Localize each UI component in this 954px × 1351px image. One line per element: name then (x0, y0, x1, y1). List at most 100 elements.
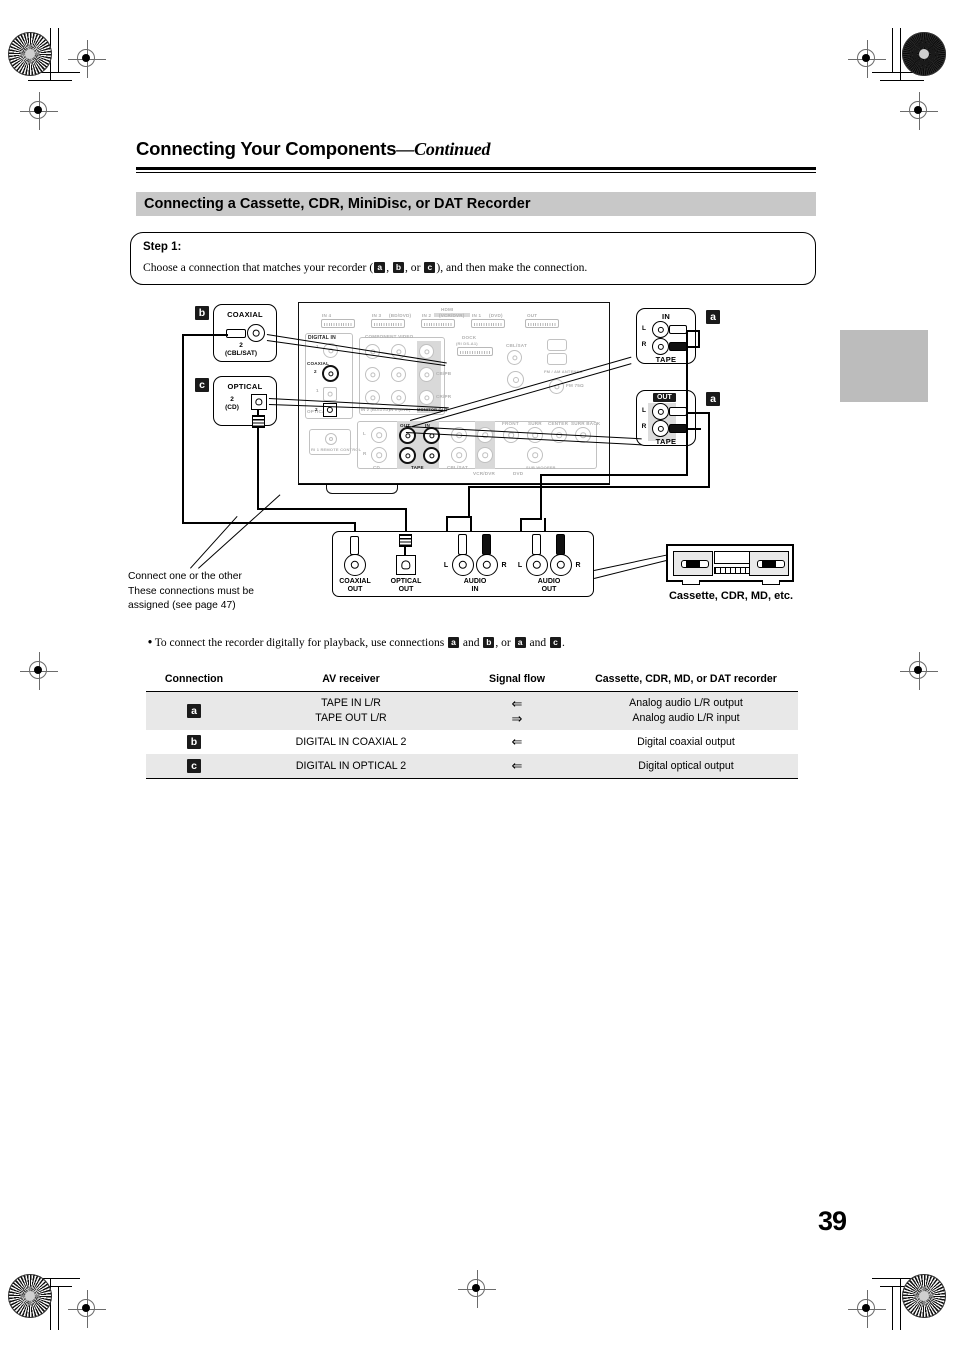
recorder-audio-out-r-jack (550, 554, 572, 576)
recorder-audio-out-l-plug (532, 534, 541, 555)
step-text-lead: Choose a connection that matches your re… (143, 261, 374, 274)
recorder-label-optical-out-1: OPTICAL (390, 578, 422, 585)
bullet-text-mid3: and (526, 637, 549, 649)
receiver-cd-r-jack (371, 447, 387, 463)
bullet-text-pre: To connect the recorder digitally for pl… (154, 637, 448, 649)
callout-tape-out-r-plug (669, 424, 687, 433)
callout-optical-title: OPTICAL (227, 382, 263, 391)
connection-diagram: HDMI IN 4 IN 3 (BD/DVD) IN 2 (VCR/DVR) I… (120, 298, 820, 618)
receiver-label-front: FRONT (502, 421, 519, 426)
table-cell-device-b: Digital coaxial output (574, 730, 798, 754)
callout-tape-in-l-plug (669, 325, 687, 334)
av-receiver-rear-panel: HDMI IN 4 IN 3 (BD/DVD) IN 2 (VCR/DVR) I… (298, 302, 610, 484)
bullet-note: • To connect the recorder digitally for … (148, 637, 565, 649)
receiver-tape-out-l-jack (399, 427, 416, 444)
print-density-target-bottom-left (8, 1274, 52, 1318)
receiver-label-group-dvd: DVD (513, 471, 524, 476)
recorder-audio-in-l: L (443, 562, 449, 569)
callout-coaxial-sub: (CBL/SAT) (224, 350, 257, 357)
receiver-foot (326, 484, 398, 494)
bullet-text-mid1: and (460, 637, 483, 649)
cable-tape-in-seg8 (520, 518, 542, 521)
print-density-target-bottom-right (902, 1274, 946, 1318)
badge-a-out: a (706, 392, 720, 406)
receiver-label-dock-sub: (RI DS-A1) (456, 341, 478, 346)
receiver-comp-in2-cb (365, 367, 380, 382)
connection-table: Connection AV receiver Signal flow Casse… (146, 668, 798, 779)
recorder-label-audio-out-2: OUT (541, 586, 557, 593)
bullet-chip-3: a (514, 637, 526, 648)
callout-tape-in-r: R (641, 341, 647, 348)
page-title-continued: —Continued (396, 139, 491, 159)
callout-coaxial-title: COAXIAL (227, 310, 263, 319)
note-line-3: assigned (see page 47) (128, 600, 236, 611)
recorder-label-audio-in-1: AUDIO (463, 578, 487, 585)
recorder-audio-out-r: R (575, 562, 581, 569)
callout-tape-out-r: R (641, 423, 647, 430)
table-cell-flow-c: ⇐ (460, 754, 574, 779)
cable-optical-seg2 (257, 508, 407, 511)
callout-coaxial-jack (247, 324, 265, 342)
badge-a-in: a (706, 310, 720, 324)
receiver-front-preout (503, 427, 519, 443)
receiver-label-coax-2: 2 (314, 369, 317, 374)
table-header-signal-flow: Signal flow (460, 668, 574, 692)
table-header-receiver: AV receiver (242, 668, 460, 692)
callout-optical-sub: (CD) (225, 404, 239, 411)
callout-tape-out-l-jack (652, 403, 669, 420)
receiver-hdmi-in-4 (321, 319, 355, 328)
receiver-hdmi-out (525, 319, 559, 328)
receiver-label-hdmi-in1-sub: (DVD) (489, 313, 503, 318)
cable-tape-out-seg7 (446, 516, 470, 519)
table-cell-receiver-a-line2: TAPE OUT L/R (315, 712, 387, 724)
receiver-label-cbl-sat-top: CBL/SAT (506, 343, 527, 348)
cable-tape-out-seg4 (708, 428, 711, 486)
receiver-label-hdmi-in3: IN 3 (372, 313, 382, 318)
receiver-label-surrback: SURR BACK (571, 421, 601, 426)
receiver-label-hdmi-out: OUT (527, 313, 538, 318)
receiver-hdmi-in-1 (471, 319, 505, 328)
callout-tape-out-r-jack (652, 420, 669, 437)
header-rule-thick (136, 167, 816, 170)
callout-tape-in-r-jack (652, 338, 669, 355)
table-cell-receiver-a-line1: TAPE IN L/R (321, 697, 381, 709)
step-box (130, 232, 816, 285)
cable-coaxial-seg1 (182, 334, 228, 337)
step-sep-2: , or (404, 261, 424, 274)
recorder-audio-out-l: L (517, 562, 523, 569)
callout-tape-out-l: L (642, 407, 646, 414)
print-density-target-top-left (8, 32, 52, 76)
deck-caption: Cassette, CDR, MD, etc. (668, 590, 794, 602)
deck-foot-left (682, 580, 700, 585)
cable-tape-in-seg4 (686, 346, 700, 349)
cable-tape-out-seg2 (687, 428, 701, 431)
registration-mark-top-left (68, 40, 106, 78)
receiver-label-remote: RI 1 REMOTE CONTROL (311, 447, 362, 452)
table-cell-receiver-a: TAPE IN L/R TAPE OUT L/R (242, 691, 460, 730)
receiver-label-group-cblsat: CBL/SAT (447, 465, 468, 470)
recorder-optical-out-jack (396, 555, 416, 575)
note-connect-one-or-other: Connect one or the other These connectio… (128, 570, 308, 614)
recorder-label-coaxial-out-1: COAXIAL (339, 578, 371, 585)
receiver-remote-jack (325, 433, 337, 445)
page-number: 39 (818, 1206, 847, 1236)
receiver-label-hdmi-in4: IN 4 (322, 313, 332, 318)
cable-tape-in-seg5 (540, 474, 688, 477)
callout-tape-in-l: L (642, 325, 646, 332)
receiver-comp-in1-cb (391, 367, 406, 382)
registration-mark-bottom-left (68, 1290, 106, 1328)
table-cell-connection-a: a (146, 691, 242, 730)
table-cell-flow-a-line1: ⇐ (511, 696, 523, 711)
step-text-tail: ), and then make the connection. (436, 261, 588, 274)
receiver-label-cr-pr: CR/PR (436, 394, 452, 399)
badge-c: c (195, 378, 209, 392)
table-cell-connection-b: b (146, 730, 242, 754)
receiver-label-subwoofer: SUB WOOFER (526, 465, 556, 470)
registration-mark-left-middle (20, 652, 58, 690)
recorder-optical-stem (404, 546, 407, 555)
receiver-comp-monitor-y (419, 344, 434, 359)
cable-tape-out-seg5 (468, 486, 710, 489)
recorder-audio-in-r-jack (476, 554, 498, 576)
bullet-marker: • (148, 637, 153, 649)
receiver-tape-out-r-jack (399, 447, 416, 464)
